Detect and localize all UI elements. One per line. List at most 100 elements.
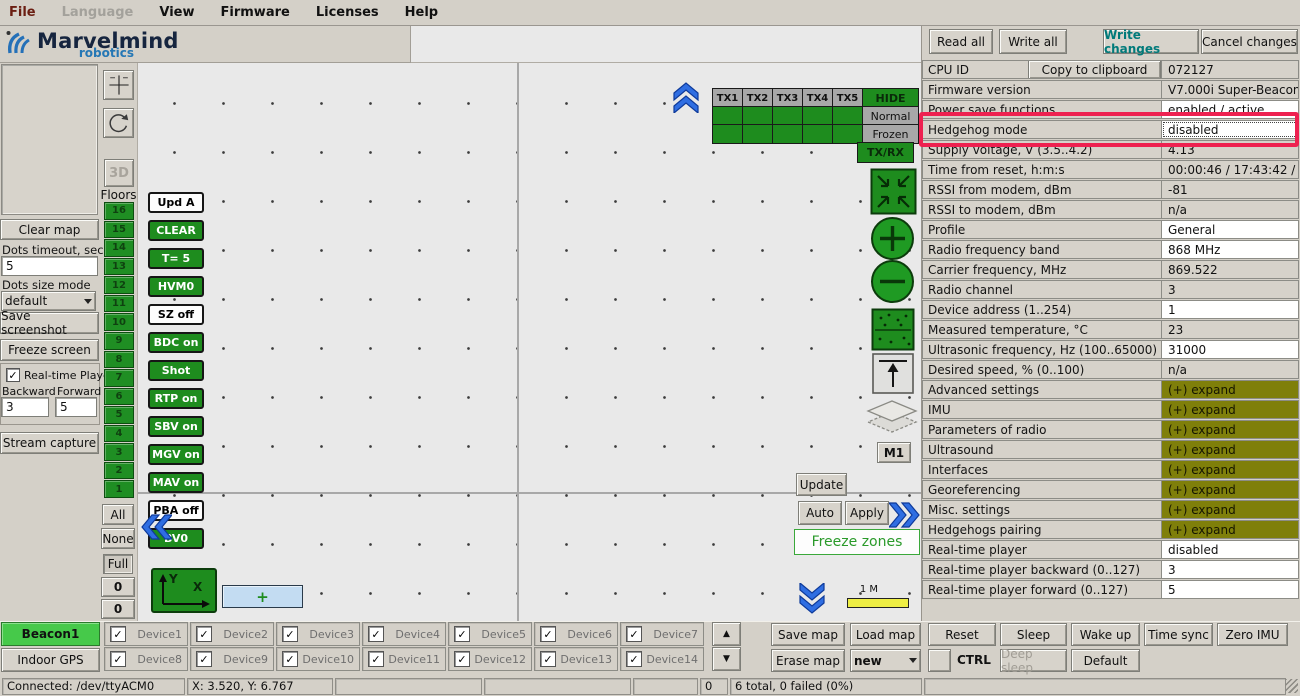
freeze-screen-button[interactable]: Freeze screen bbox=[0, 339, 99, 361]
param-value[interactable]: 00:00:46 / 17:43:42 / 0 bbox=[1161, 160, 1299, 179]
param-value[interactable]: 31000 bbox=[1161, 340, 1299, 359]
param-value[interactable]: 3 bbox=[1161, 560, 1299, 579]
rotate-view-button[interactable] bbox=[103, 108, 134, 138]
param-value[interactable]: 869.522 bbox=[1161, 260, 1299, 279]
param-value[interactable]: General bbox=[1161, 220, 1299, 239]
device-cell[interactable]: ✓Device1 bbox=[104, 622, 188, 646]
rtp-on-button[interactable]: RTP on bbox=[148, 388, 204, 409]
sz-off-button[interactable]: SZ off bbox=[148, 304, 204, 325]
indoor-gps-tab[interactable]: Indoor GPS bbox=[1, 648, 100, 672]
update-button[interactable]: Update bbox=[796, 473, 847, 496]
param-value[interactable]: 3 bbox=[1161, 280, 1299, 299]
floor-button[interactable]: 1 bbox=[104, 480, 134, 498]
param-value[interactable]: 23 bbox=[1161, 320, 1299, 339]
param-value[interactable]: n/a bbox=[1161, 360, 1299, 379]
tx-cell[interactable] bbox=[742, 106, 773, 126]
param-value[interactable]: 5 bbox=[1161, 580, 1299, 599]
tx-cell[interactable] bbox=[712, 124, 743, 144]
upd-a-button[interactable]: Upd A bbox=[148, 192, 204, 213]
freeze-zones-button[interactable]: Freeze zones bbox=[794, 529, 920, 555]
tx-cell[interactable] bbox=[712, 106, 743, 126]
auto-button[interactable]: Auto bbox=[798, 501, 842, 525]
t5-button[interactable]: T= 5 bbox=[148, 248, 204, 269]
device-checkbox[interactable]: ✓ bbox=[282, 626, 298, 642]
cancel-changes-button[interactable]: Cancel changes bbox=[1201, 29, 1298, 54]
read-all-button[interactable]: Read all bbox=[929, 29, 993, 54]
param-value[interactable]: 4.13 bbox=[1161, 140, 1299, 159]
forward-input[interactable]: 5 bbox=[55, 397, 97, 417]
param-value[interactable]: 072127 bbox=[1161, 60, 1299, 79]
device-cell[interactable]: ✓Device3 bbox=[276, 622, 360, 646]
tx-cell[interactable] bbox=[742, 124, 773, 144]
floor-button[interactable]: 6 bbox=[104, 388, 134, 406]
device-checkbox[interactable]: ✓ bbox=[454, 651, 470, 667]
tx-frozen-label[interactable]: Frozen bbox=[862, 124, 919, 144]
floor-button[interactable]: 12 bbox=[104, 276, 134, 294]
ctrl-checkbox[interactable] bbox=[928, 649, 951, 672]
shot-button[interactable]: Shot bbox=[148, 360, 204, 381]
floor-button[interactable]: 11 bbox=[104, 295, 134, 313]
pan-left-icon[interactable] bbox=[140, 512, 172, 542]
param-value[interactable]: 868 MHz bbox=[1161, 240, 1299, 259]
param-value[interactable]: enabled / active bbox=[1161, 100, 1299, 119]
load-map-button[interactable]: Load map bbox=[850, 623, 921, 646]
device-cell[interactable]: ✓Device13 bbox=[534, 647, 618, 671]
reset-button[interactable]: Reset bbox=[928, 623, 996, 646]
floors-none-button[interactable]: None bbox=[101, 528, 135, 549]
tx-column-header[interactable]: TX1 bbox=[712, 88, 743, 108]
device-checkbox[interactable]: ✓ bbox=[368, 626, 384, 642]
expand-button[interactable]: (+) expand bbox=[1161, 400, 1299, 419]
tx-cell[interactable] bbox=[802, 124, 833, 144]
tx-column-header[interactable]: TX2 bbox=[742, 88, 773, 108]
device-checkbox[interactable]: ✓ bbox=[196, 651, 212, 667]
floor-button[interactable]: 15 bbox=[104, 221, 134, 239]
param-value[interactable]: -81 bbox=[1161, 180, 1299, 199]
pan-down-icon[interactable] bbox=[795, 583, 829, 615]
floor-button[interactable]: 5 bbox=[104, 406, 134, 424]
zoom-in-button[interactable] bbox=[869, 216, 916, 265]
param-value[interactable]: disabled bbox=[1161, 540, 1299, 559]
floor-button[interactable]: 2 bbox=[104, 462, 134, 480]
param-value[interactable]: V7.000i Super-Beacon-2 bbox=[1161, 80, 1299, 99]
zoom-out-button[interactable] bbox=[869, 259, 916, 308]
device-cell[interactable]: ✓Device9 bbox=[190, 647, 274, 671]
floor-button[interactable]: 13 bbox=[104, 258, 134, 276]
device-cell[interactable]: ✓Device7 bbox=[620, 622, 704, 646]
pan-right-icon[interactable] bbox=[889, 500, 921, 530]
write-all-button[interactable]: Write all bbox=[999, 29, 1067, 54]
device-cell[interactable]: ✓Device8 bbox=[104, 647, 188, 671]
floors-all-button[interactable]: All bbox=[102, 504, 134, 525]
save-screenshot-button[interactable]: Save screenshot bbox=[0, 312, 99, 334]
copy-to-clipboard-button[interactable]: Copy to clipboard bbox=[1028, 60, 1161, 79]
mgv-on-button[interactable]: MGV on bbox=[148, 444, 204, 465]
device-checkbox[interactable]: ✓ bbox=[454, 626, 470, 642]
expand-button[interactable]: (+) expand bbox=[1161, 500, 1299, 519]
floors-full-button[interactable]: Full bbox=[103, 554, 133, 574]
expand-button[interactable]: (+) expand bbox=[1161, 440, 1299, 459]
menu-help[interactable]: Help bbox=[392, 5, 451, 20]
m1-button[interactable]: M1 bbox=[877, 442, 911, 463]
floor-button[interactable]: 8 bbox=[104, 351, 134, 369]
device-scroll-up-button[interactable]: ▲ bbox=[712, 622, 741, 646]
fit-to-screen-button[interactable] bbox=[870, 168, 917, 219]
resize-grip[interactable] bbox=[1285, 679, 1298, 693]
tx-column-header[interactable]: TX3 bbox=[772, 88, 803, 108]
tx-column-header[interactable]: TX5 bbox=[832, 88, 863, 108]
tx-txrx-button[interactable]: TX/RX bbox=[857, 142, 914, 163]
device-checkbox[interactable]: ✓ bbox=[626, 626, 642, 642]
dots-timeout-input[interactable]: 5 bbox=[1, 256, 98, 276]
show-dots-button[interactable] bbox=[871, 308, 915, 355]
add-submap-button[interactable]: + bbox=[222, 585, 303, 608]
save-map-button[interactable]: Save map bbox=[771, 623, 845, 646]
zero-imu-button[interactable]: Zero IMU bbox=[1217, 623, 1288, 646]
tx-cell[interactable] bbox=[772, 124, 803, 144]
tx-column-header[interactable]: TX4 bbox=[802, 88, 833, 108]
wake-up-button[interactable]: Wake up bbox=[1071, 623, 1140, 646]
device-cell[interactable]: ✓Device10 bbox=[276, 647, 360, 671]
menu-licenses[interactable]: Licenses bbox=[303, 5, 392, 20]
backward-input[interactable]: 3 bbox=[1, 397, 49, 417]
expand-button[interactable]: (+) expand bbox=[1161, 380, 1299, 399]
sleep-button[interactable]: Sleep bbox=[1000, 623, 1067, 646]
map-name-select[interactable]: new bbox=[850, 649, 921, 672]
tx-normal-label[interactable]: Normal bbox=[862, 106, 919, 126]
